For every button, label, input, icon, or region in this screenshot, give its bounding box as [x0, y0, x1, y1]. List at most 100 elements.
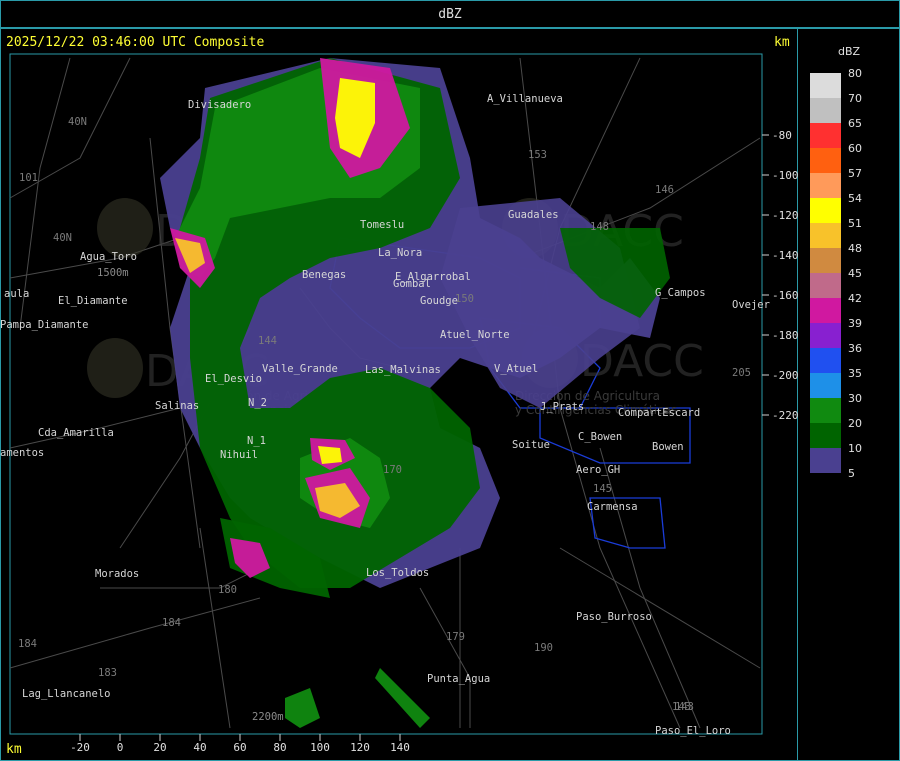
place-label: El_Desvio: [205, 373, 262, 385]
legend-value: 65: [848, 117, 862, 130]
route-number: 153: [528, 149, 547, 161]
place-label: Paso_El_Loro: [655, 725, 731, 737]
route-number: 180: [218, 584, 237, 596]
x-tick-label: 0: [117, 741, 124, 754]
echo-region: [318, 446, 342, 464]
route-number: 184: [162, 617, 181, 629]
legend-value: 48: [848, 242, 862, 255]
route-number: 40N: [53, 232, 72, 244]
x-tick-label: 140: [390, 741, 410, 754]
route-number: 205: [732, 367, 751, 379]
route-number: 170: [383, 464, 402, 476]
watermark-logo: [87, 338, 143, 398]
legend-swatch: [810, 223, 841, 248]
route-number: 145: [593, 483, 612, 495]
radar-map[interactable]: DACCDACCDACCDACCDirección de Agricultura…: [0, 28, 798, 761]
place-label: Tomeslu: [360, 219, 404, 231]
product-title: dBZ: [438, 7, 462, 22]
route-number: 143: [672, 701, 691, 713]
place-label: Goudge: [420, 295, 458, 307]
timestamp-label: 2025/12/22 03:46:00 UTC Composite: [6, 35, 265, 50]
y-tick-label: -160: [772, 289, 798, 302]
legend-swatch: [810, 323, 841, 348]
place-label: Los_Toldos: [366, 567, 429, 579]
place-label: Pampa_Diamante: [0, 319, 89, 331]
legend-row: 10 5: [810, 442, 890, 480]
legend-swatch: [810, 148, 841, 173]
place-label: Morados: [95, 568, 139, 580]
elevation-label: 2200m: [252, 711, 284, 723]
place-label: Cda_Amarilla: [38, 427, 114, 439]
y-tick-label: -220: [772, 409, 798, 422]
legend-swatch: [810, 98, 841, 123]
place-label: Ovejer: [732, 299, 770, 311]
title-bar: dBZ: [0, 0, 900, 28]
place-label: Punta_Agua: [427, 673, 490, 685]
road-line: [419, 587, 471, 728]
place-label: Carmensa: [587, 501, 638, 513]
place-label: La_Nora: [378, 247, 422, 259]
route-number: 183: [98, 667, 117, 679]
y-tick-label: -80: [772, 129, 792, 142]
legend-value: 20: [848, 417, 862, 430]
legend-value: 39: [848, 317, 862, 330]
place-label: Nihuil: [220, 449, 258, 461]
legend-value: 60: [848, 142, 862, 155]
route-number: 144: [258, 335, 277, 347]
place-label: A_Villanueva: [487, 93, 563, 105]
route-number: 150: [455, 293, 474, 305]
place-label: Paso_Burroso: [576, 611, 652, 623]
route-number: 179: [446, 631, 465, 643]
place-label: Gombal: [393, 278, 431, 290]
place-label: N_1: [247, 435, 266, 447]
legend-value: 35: [848, 367, 862, 380]
legend-value: 42: [848, 292, 862, 305]
place-label: Lag_Llancanelo: [22, 688, 111, 700]
legend-swatch: [810, 373, 841, 398]
legend-swatch: [810, 123, 841, 148]
legend-swatch: [810, 298, 841, 323]
road-line: [199, 527, 231, 729]
place-label: Valle_Grande: [262, 363, 338, 375]
place-label: aula: [4, 288, 29, 300]
watermark-logo: [97, 198, 153, 258]
echo-region: [285, 688, 320, 728]
legend-swatch: [810, 398, 841, 423]
units-label-top: km: [774, 35, 790, 50]
place-label: Bowen: [652, 441, 684, 453]
road-line: [599, 447, 701, 729]
place-label: J_Prats: [540, 401, 584, 413]
legend-title: dBZ: [838, 45, 861, 58]
road-line: [559, 547, 761, 669]
legend-value: 30: [848, 392, 862, 405]
place-label: Agua_Toro: [80, 251, 137, 263]
legend-swatch: [810, 423, 841, 448]
echo-region: [375, 668, 430, 728]
place-label: G_Campos: [655, 287, 706, 299]
legend-swatch: [810, 73, 841, 98]
place-label: Divisadero: [188, 99, 251, 111]
route-number: 184: [18, 638, 37, 650]
place-label: C_Bowen: [578, 431, 622, 443]
legend-swatch: [810, 173, 841, 198]
x-tick-label: -20: [70, 741, 90, 754]
legend-value: 70: [848, 92, 862, 105]
place-label: amentos: [0, 447, 44, 459]
legend-value: 57: [848, 167, 862, 180]
legend-swatch: [810, 248, 841, 273]
legend-value: 45: [848, 267, 862, 280]
place-label: N_2: [248, 397, 267, 409]
legend-value: 36: [848, 342, 862, 355]
units-label-bottom: km: [6, 742, 22, 757]
place-label: Salinas: [155, 400, 199, 412]
place-label: Benegas: [302, 269, 346, 281]
x-tick-label: 80: [273, 741, 286, 754]
legend-value: 10: [848, 442, 862, 455]
x-tick-label: 40: [193, 741, 206, 754]
route-number: 148: [590, 221, 609, 233]
place-label: Aero_GH: [576, 464, 620, 476]
legend-swatch: [810, 348, 841, 373]
legend-value: 80: [848, 67, 862, 80]
x-tick-label: 20: [153, 741, 166, 754]
x-tick-label: 120: [350, 741, 370, 754]
